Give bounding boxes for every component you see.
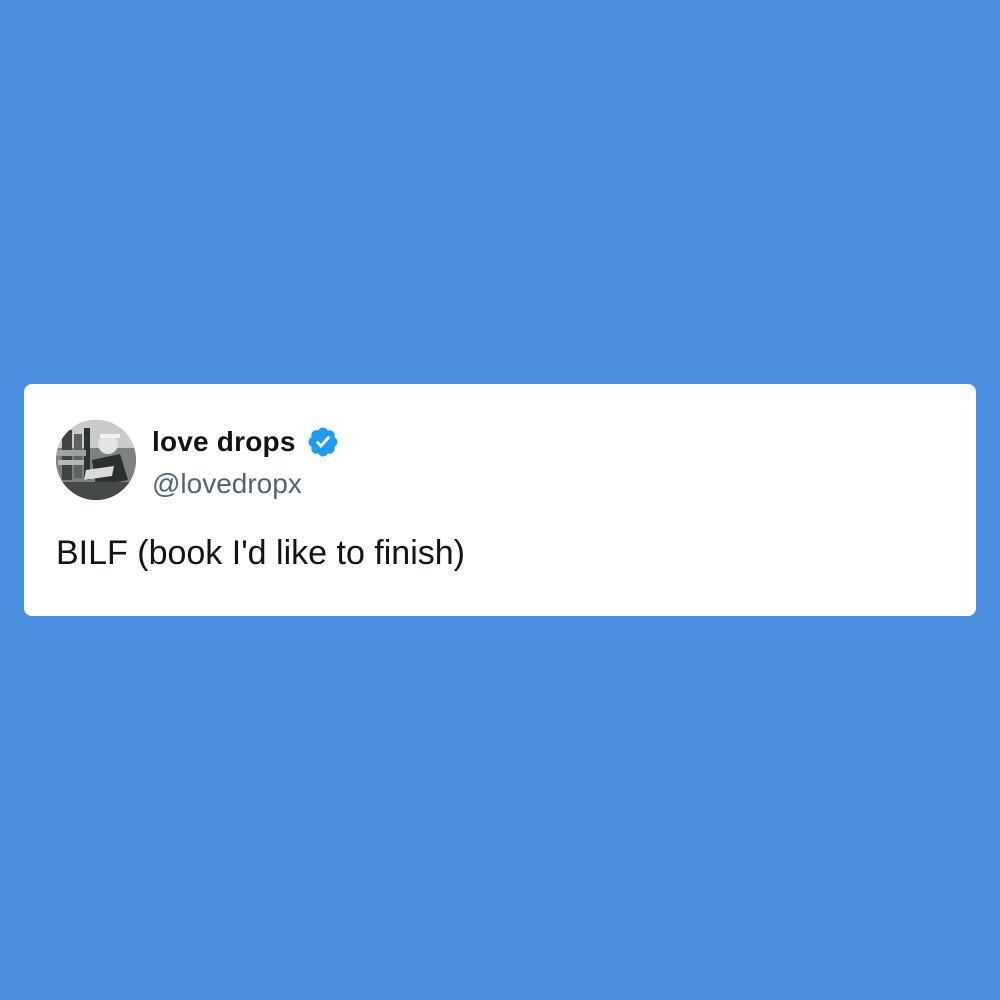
author-name-row: love drops bbox=[152, 422, 340, 462]
tweet-card: love drops @lovedropx BILF (book I'd lik… bbox=[24, 384, 976, 616]
verified-badge-icon bbox=[306, 425, 340, 459]
tweet-text: BILF (book I'd like to finish) bbox=[56, 534, 465, 572]
avatar-photo bbox=[56, 420, 136, 500]
user-handle[interactable]: @lovedropx bbox=[152, 468, 302, 500]
display-name[interactable]: love drops bbox=[152, 426, 296, 458]
avatar[interactable] bbox=[56, 420, 136, 500]
